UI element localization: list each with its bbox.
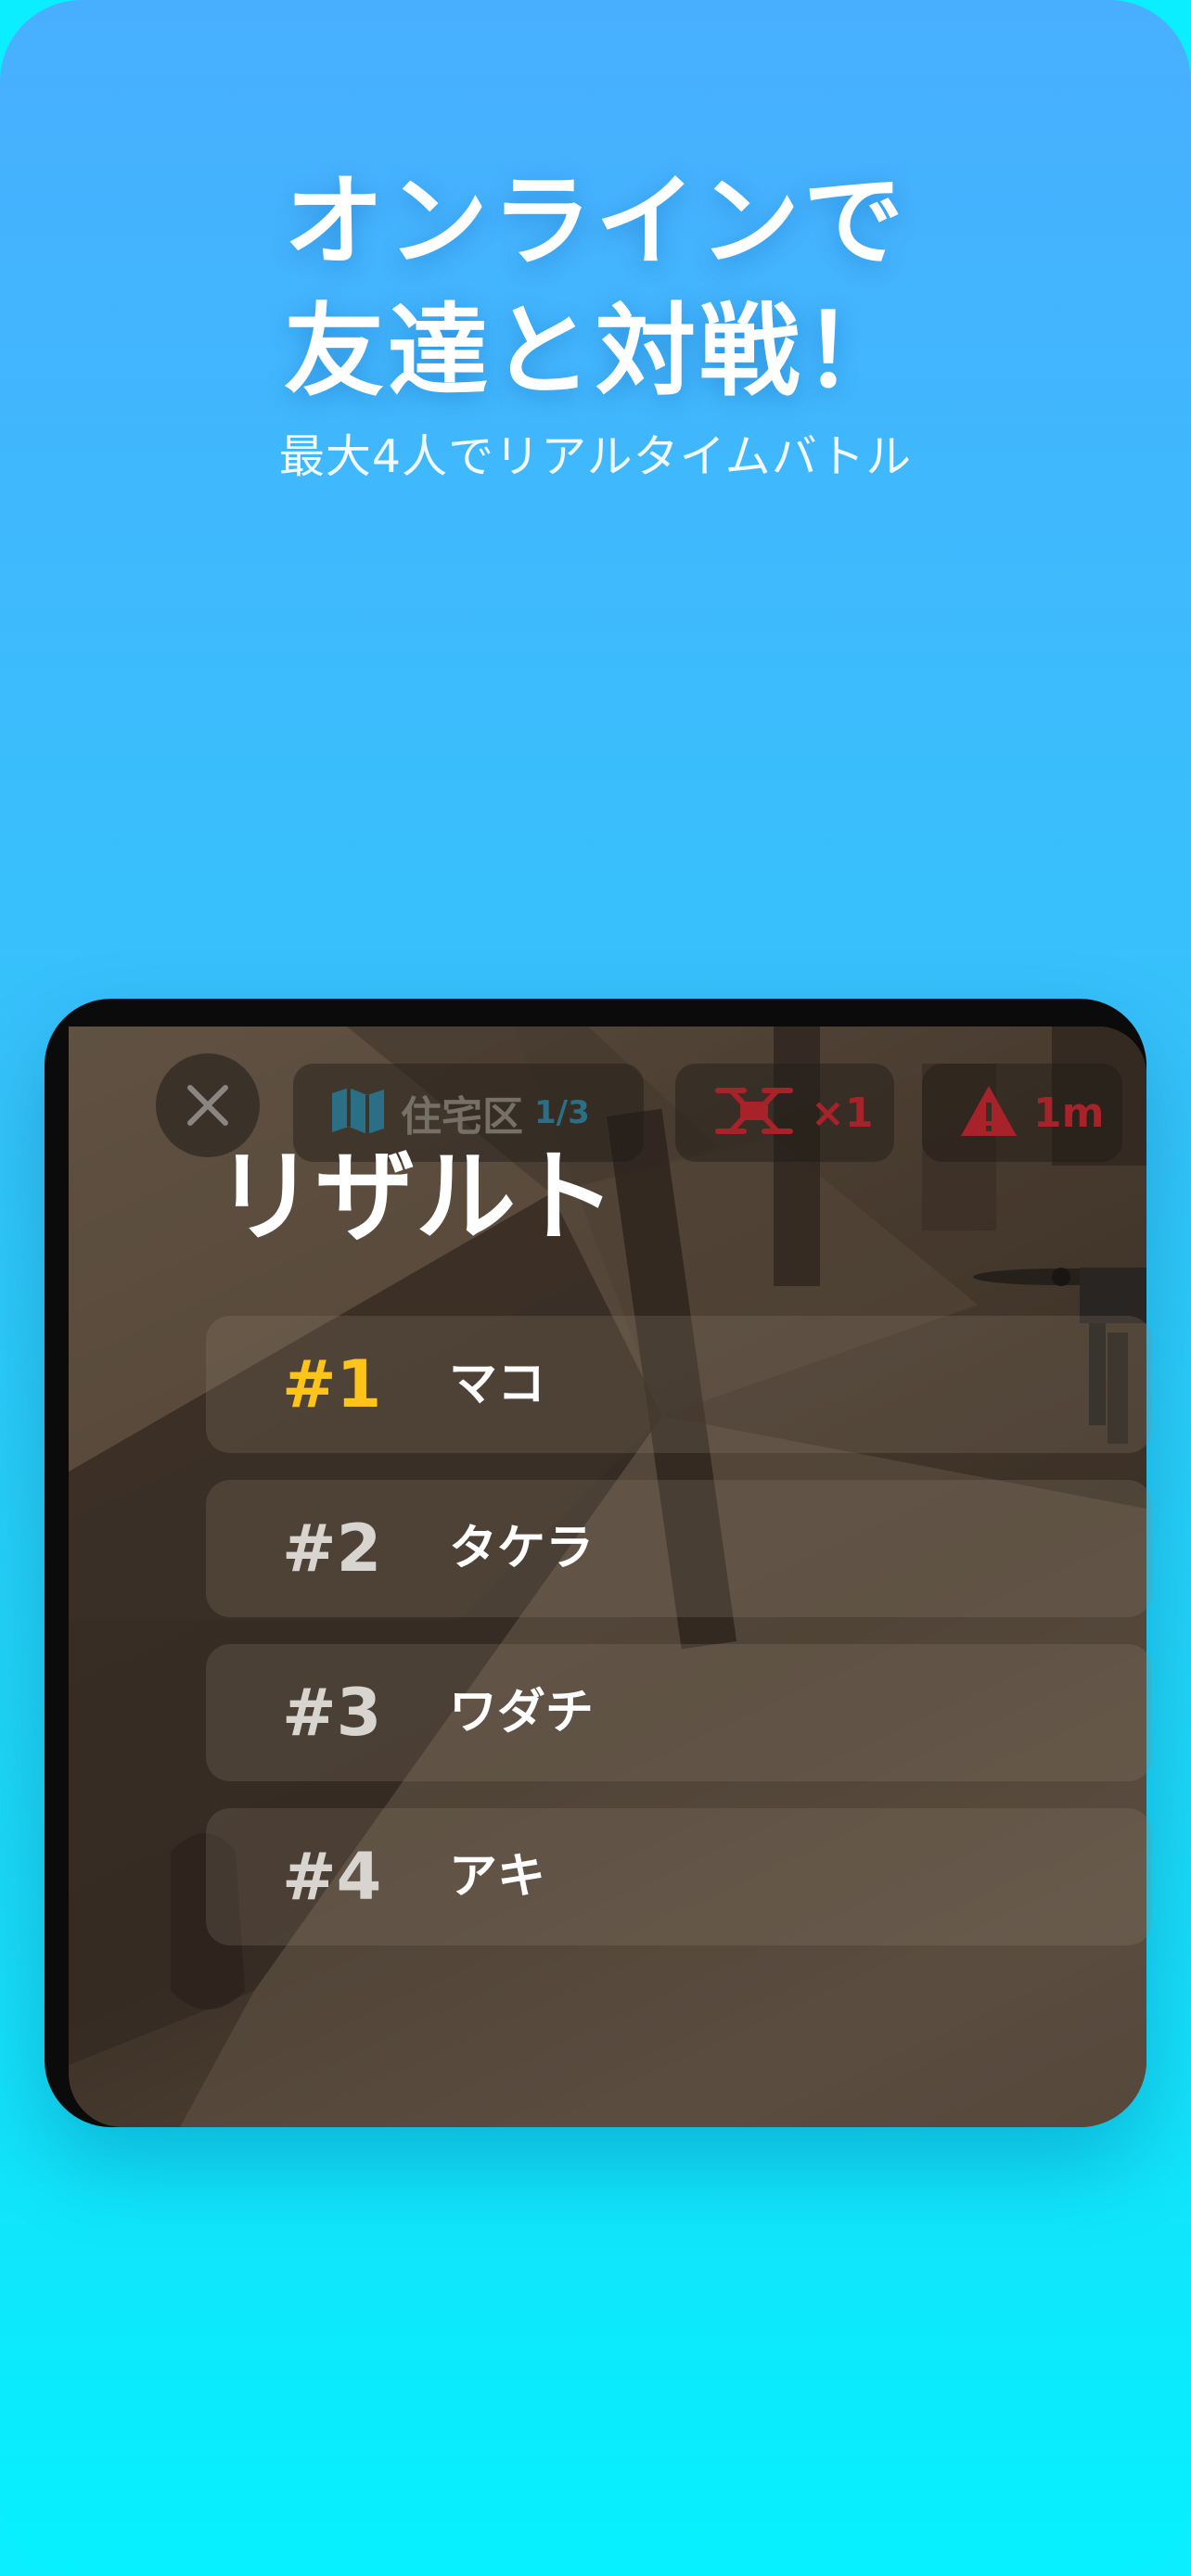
ranking-row: #4 アキ bbox=[206, 1808, 1152, 1945]
rank-number: #4 bbox=[282, 1839, 382, 1915]
app-store-screenshot: オンラインで 友達と対戦！ 最大4人でリアルタイムバトル 住宅区 1/3 ×1 … bbox=[0, 0, 1191, 2576]
subtitle: 最大4人でリアルタイムバトル bbox=[278, 430, 913, 483]
warning-icon bbox=[959, 1084, 1018, 1141]
player-name: タケラ bbox=[449, 1521, 595, 1576]
ranking-row: #1 マコ bbox=[206, 1316, 1152, 1453]
rank-number: #1 bbox=[282, 1346, 382, 1422]
rank-number: #3 bbox=[282, 1675, 382, 1751]
rank-number: #2 bbox=[282, 1511, 382, 1587]
player-name: マコ bbox=[449, 1357, 546, 1412]
obstacle-warning: 1m bbox=[922, 1064, 1122, 1162]
map-icon bbox=[330, 1086, 386, 1140]
drone-icon bbox=[712, 1081, 796, 1144]
headline: オンラインで 友達と対戦！ bbox=[0, 158, 1191, 417]
warning-distance: 1m bbox=[1033, 1089, 1105, 1137]
ranking-row: #2 タケラ bbox=[206, 1480, 1152, 1617]
drone-count: ×1 bbox=[811, 1089, 874, 1137]
headline-line-1: オンラインで bbox=[283, 164, 907, 280]
headline-line-2: 友達と対戦！ bbox=[283, 294, 907, 410]
player-name: アキ bbox=[449, 1849, 546, 1905]
drone-counter: ×1 bbox=[675, 1064, 894, 1162]
result-title: リザルト bbox=[215, 1140, 617, 1256]
player-name: ワダチ bbox=[449, 1685, 595, 1741]
ranking-row: #3 ワダチ bbox=[206, 1644, 1152, 1781]
stage-progress: 1/3 bbox=[534, 1094, 590, 1131]
close-icon bbox=[187, 1085, 228, 1126]
